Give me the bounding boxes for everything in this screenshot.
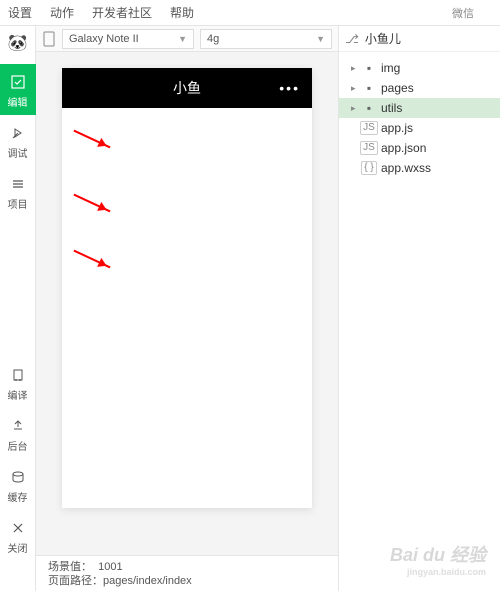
project-icon [10,176,26,192]
tree-folder[interactable]: ▸ ▪ pages [339,78,500,98]
folder-icon: ▪ [361,81,377,95]
edit-icon [10,74,26,90]
menu-community[interactable]: 开发者社区 [92,4,152,21]
file-explorer: ⎇ 小鱼儿 ▸ ▪ img ▸ ▪ pages ▸ ▪ utils JS a [338,26,500,591]
file-explorer-header: ⎇ 小鱼儿 [339,26,500,52]
top-menu-bar: 设置 动作 开发者社区 帮助 微信 [0,0,500,26]
close-icon [10,520,26,536]
more-icon[interactable]: ••• [279,80,300,96]
json-file-icon: JS [360,141,378,155]
network-select[interactable]: 4g ▼ [200,29,332,49]
sidebar-label-close: 关闭 [8,540,28,555]
tree-item-label: app.json [381,141,426,155]
center-panel: Galaxy Note II ▼ 4g ▼ 小鱼 ••• 场景值： 1001 页… [36,26,338,591]
sidebar-label-debug: 调试 [8,145,28,160]
chevron-down-icon: ▼ [316,34,325,44]
scene-label: 场景值： [48,561,92,573]
sidebar-item-edit[interactable]: 编辑 [0,64,36,115]
chevron-right-icon: ▸ [351,83,361,94]
tree-icon: ⎇ [345,32,359,46]
debug-icon [10,125,26,141]
tree-item-label: img [381,61,400,75]
device-icon [36,31,62,47]
backend-icon [10,418,26,434]
cache-icon [10,469,26,485]
sidebar-item-backend[interactable]: 后台 [0,408,36,459]
tree-folder[interactable]: ▸ ▪ utils [339,98,500,118]
simulator-navbar: 小鱼 ••• [62,68,312,108]
path-value: pages/index/index [103,575,192,587]
tree-file[interactable]: JS app.json [339,138,500,158]
tree-item-label: pages [381,81,414,95]
app-logo: 🐼 [7,32,29,54]
chevron-right-icon: ▸ [351,63,361,74]
tree-file[interactable]: JS app.js [339,118,500,138]
sidebar-label-backend: 后台 [8,438,28,453]
tree-file[interactable]: { } app.wxss [339,158,500,178]
simulator-toolbar: Galaxy Note II ▼ 4g ▼ [36,26,338,52]
sidebar-label-compile: 编译 [8,387,28,402]
sidebar-item-compile[interactable]: 编译 [0,357,36,408]
menu-actions[interactable]: 动作 [50,4,74,21]
sidebar-label-project: 项目 [8,196,28,211]
device-select[interactable]: Galaxy Note II ▼ [62,29,194,49]
simulator-screen[interactable]: 小鱼 ••• [62,68,312,508]
compile-icon [10,367,26,383]
device-select-value: Galaxy Note II [69,33,139,45]
tree-item-label: utils [381,101,402,115]
js-file-icon: JS [360,121,378,135]
tree-folder[interactable]: ▸ ▪ img [339,58,500,78]
menu-help[interactable]: 帮助 [170,4,194,21]
menu-right-label: 微信 [452,5,474,21]
project-name: 小鱼儿 [365,30,401,47]
chevron-right-icon: ▸ [351,103,361,114]
sidebar-item-project[interactable]: 项目 [0,166,36,217]
file-tree: ▸ ▪ img ▸ ▪ pages ▸ ▪ utils JS app.js [339,52,500,184]
network-select-value: 4g [207,33,219,45]
status-bar: 场景值： 1001 页面路径：pages/index/index [36,555,338,591]
sidebar-label-cache: 缓存 [8,489,28,504]
sidebar-item-cache[interactable]: 缓存 [0,459,36,510]
path-label: 页面路径： [48,575,103,587]
folder-icon: ▪ [361,101,377,115]
chevron-down-icon: ▼ [178,34,187,44]
wxss-file-icon: { } [361,161,376,175]
scene-value: 1001 [98,561,122,573]
left-sidebar: 🐼 编辑 调试 项目 编译 后台 缓存 关闭 [0,26,36,591]
simulator-title: 小鱼 [62,78,312,98]
tree-item-label: app.js [381,121,413,135]
tree-item-label: app.wxss [381,161,431,175]
menu-settings[interactable]: 设置 [8,4,32,21]
sidebar-label-edit: 编辑 [8,94,28,109]
sidebar-item-close[interactable]: 关闭 [0,510,36,561]
sidebar-item-debug[interactable]: 调试 [0,115,36,166]
folder-icon: ▪ [361,61,377,75]
